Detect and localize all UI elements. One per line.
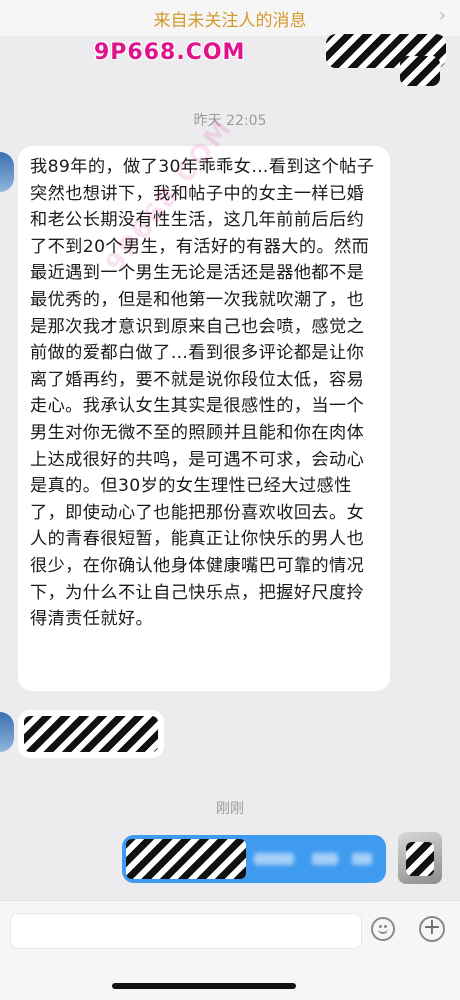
redacted-header-block xyxy=(400,56,440,86)
sender-avatar[interactable] xyxy=(0,712,14,752)
message-input[interactable] xyxy=(10,913,362,949)
watermark-logo: 9P668.COM xyxy=(94,40,246,65)
blurred-content xyxy=(312,853,338,865)
emoji-mouth xyxy=(378,928,388,934)
incoming-message-bubble-redacted[interactable] xyxy=(18,710,164,758)
outgoing-message-bubble[interactable] xyxy=(122,835,386,883)
my-avatar[interactable] xyxy=(398,832,442,884)
redacted-avatar xyxy=(406,842,434,876)
stranger-messages-banner[interactable]: 来自未关注人的消息 › xyxy=(0,0,460,36)
sender-avatar[interactable] xyxy=(0,152,14,192)
blurred-content xyxy=(352,853,372,865)
input-bar: + xyxy=(0,900,460,1000)
plus-icon[interactable]: + xyxy=(419,916,445,942)
home-indicator xyxy=(112,983,296,989)
banner-title: 来自未关注人的消息 xyxy=(153,11,307,31)
blurred-content xyxy=(254,853,294,865)
chevron-right-icon[interactable]: › xyxy=(439,5,446,26)
message-text: 我89年的，做了30年乖乖女…看到这个帖子突然也想讲下，我和帖子中的女主一样已婚… xyxy=(30,157,375,630)
emoji-icon[interactable] xyxy=(371,917,395,941)
incoming-message-bubble[interactable]: 我89年的，做了30年乖乖女…看到这个帖子突然也想讲下，我和帖子中的女主一样已婚… xyxy=(18,146,390,691)
redacted-content xyxy=(126,839,246,879)
message-timestamp: 刚刚 xyxy=(216,801,244,817)
redacted-content xyxy=(24,716,158,752)
